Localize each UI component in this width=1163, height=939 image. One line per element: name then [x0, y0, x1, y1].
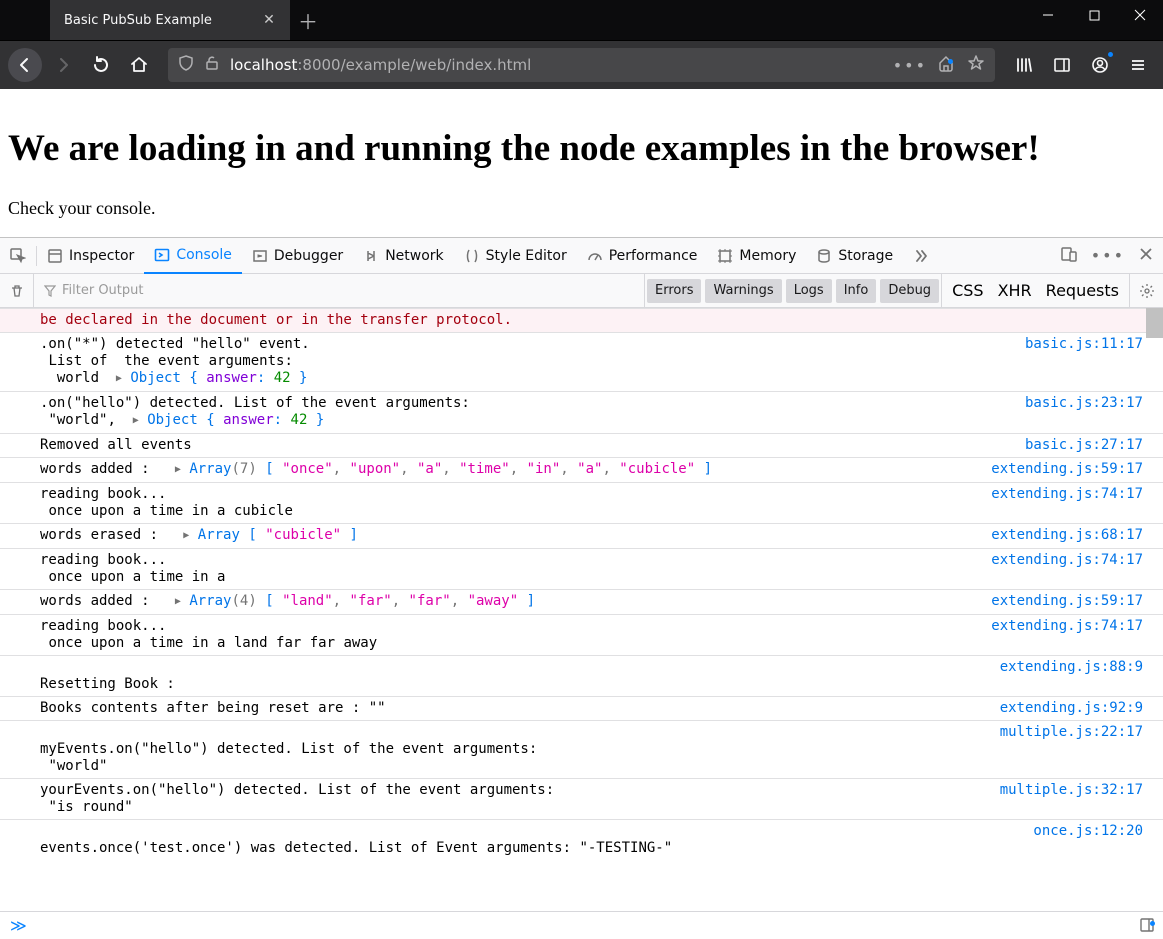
tab-network[interactable]: Network — [353, 238, 453, 274]
toggle-warnings[interactable]: Warnings — [705, 279, 781, 303]
console-message: .on("hello") detected. List of the event… — [0, 391, 1163, 433]
source-link[interactable]: extending.js:59:17 — [981, 593, 1143, 611]
toggle-logs[interactable]: Logs — [786, 279, 832, 303]
devtools-menu-button[interactable]: ••• — [1091, 246, 1125, 265]
account-button[interactable] — [1083, 48, 1117, 82]
forward-button[interactable] — [46, 48, 80, 82]
page-subtext: Check your console. — [8, 198, 1155, 219]
reload-button[interactable] — [84, 48, 118, 82]
console-message: words added : ▶ Array(7) [ "once", "upon… — [0, 457, 1163, 482]
tab-performance[interactable]: Performance — [577, 238, 708, 274]
source-link[interactable]: extending.js:74:17 — [981, 552, 1143, 586]
browser-tab[interactable]: Basic PubSub Example ✕ — [50, 0, 290, 40]
prompt-chevrons-icon: ≫ — [10, 916, 27, 935]
devtools-tabbar: Inspector Console Debugger Network Style… — [0, 238, 1163, 274]
bookmark-star-icon[interactable] — [967, 54, 985, 76]
console-message: reading book... once upon a time in a la… — [0, 614, 1163, 655]
split-console-button[interactable] — [1139, 917, 1159, 937]
page-actions-icon[interactable]: ••• — [893, 56, 927, 75]
filter-placeholder: Filter Output — [62, 283, 144, 298]
source-link[interactable]: extending.js:92:9 — [990, 700, 1143, 717]
window-minimize-button[interactable] — [1025, 0, 1071, 30]
tab-style-editor[interactable]: Style Editor — [454, 238, 577, 274]
responsive-mode-button[interactable] — [1061, 246, 1077, 266]
log-level-toggles: Errors Warnings Logs Info Debug — [644, 274, 941, 307]
console-message: words erased : ▶ Array [ "cubicle" ]exte… — [0, 523, 1163, 548]
console-output[interactable]: be declared in the document or in the tr… — [0, 308, 1163, 911]
reader-icon[interactable] — [937, 55, 957, 75]
console-message: .on("*") detected "hello" event. List of… — [0, 332, 1163, 391]
titlebar: Basic PubSub Example ✕ ＋ — [0, 0, 1163, 40]
element-picker-button[interactable] — [0, 238, 36, 274]
tab-debugger[interactable]: Debugger — [242, 238, 353, 274]
tab-title: Basic PubSub Example — [64, 13, 260, 28]
source-link[interactable]: basic.js:27:17 — [1015, 437, 1143, 454]
source-link[interactable]: extending.js:74:17 — [981, 486, 1143, 520]
toggle-debug[interactable]: Debug — [880, 279, 939, 303]
url-text: localhost:8000/example/web/index.html — [230, 56, 531, 74]
filter-input[interactable]: Filter Output — [34, 274, 154, 307]
source-link[interactable]: basic.js:23:17 — [1015, 395, 1143, 430]
devtools-close-button[interactable] — [1139, 246, 1153, 265]
console-message: yourEvents.on("hello") detected. List of… — [0, 778, 1163, 819]
console-input[interactable]: ≫ — [0, 911, 1163, 939]
toggle-css[interactable]: CSS — [952, 281, 983, 300]
toggle-requests[interactable]: Requests — [1046, 281, 1119, 300]
new-tab-button[interactable]: ＋ — [290, 0, 326, 40]
console-settings-button[interactable] — [1129, 274, 1163, 307]
back-button[interactable] — [8, 48, 42, 82]
home-button[interactable] — [122, 48, 156, 82]
source-link[interactable]: multiple.js:22:17 — [990, 724, 1143, 775]
source-link[interactable]: extending.js:68:17 — [981, 527, 1143, 545]
funnel-icon — [44, 285, 56, 297]
category-toggles: CSS XHR Requests — [941, 274, 1129, 307]
tab-console[interactable]: Console — [144, 238, 242, 274]
navbar: localhost:8000/example/web/index.html ••… — [0, 40, 1163, 89]
tab-memory[interactable]: Memory — [707, 238, 806, 274]
close-tab-button[interactable]: ✕ — [260, 11, 278, 29]
console-message: reading book... once upon a time in aext… — [0, 548, 1163, 589]
source-link[interactable]: extending.js:74:17 — [981, 618, 1143, 652]
console-message: reading book... once upon a time in a cu… — [0, 482, 1163, 523]
source-link[interactable]: extending.js:59:17 — [981, 461, 1143, 479]
console-message: words added : ▶ Array(4) [ "land", "far"… — [0, 589, 1163, 614]
page-heading: We are loading in and running the node e… — [8, 127, 1155, 170]
console-message: events.once('test.once') was detected. L… — [0, 819, 1163, 860]
tab-inspector[interactable]: Inspector — [37, 238, 144, 274]
source-link[interactable]: once.js:12:20 — [1023, 823, 1143, 857]
source-link[interactable]: multiple.js:32:17 — [990, 782, 1143, 816]
scrollbar-thumb[interactable] — [1146, 308, 1163, 338]
clear-console-button[interactable] — [0, 274, 34, 307]
console-message: Books contents after being reset are : "… — [0, 696, 1163, 720]
shield-icon[interactable] — [178, 55, 194, 75]
console-filterbar: Filter Output Errors Warnings Logs Info … — [0, 274, 1163, 308]
console-message: Removed all eventsbasic.js:27:17 — [0, 433, 1163, 457]
sidebar-button[interactable] — [1045, 48, 1079, 82]
toggle-errors[interactable]: Errors — [647, 279, 701, 303]
window-maximize-button[interactable] — [1071, 0, 1117, 30]
source-link[interactable]: extending.js:88:9 — [990, 659, 1143, 693]
console-message: Resetting Book :extending.js:88:9 — [0, 655, 1163, 696]
window-close-button[interactable] — [1117, 0, 1163, 30]
url-bar[interactable]: localhost:8000/example/web/index.html ••… — [168, 48, 995, 82]
devtools: Inspector Console Debugger Network Style… — [0, 237, 1163, 939]
toggle-xhr[interactable]: XHR — [998, 281, 1032, 300]
lock-open-icon[interactable] — [204, 55, 220, 75]
console-message: be declared in the document or in the tr… — [0, 308, 1163, 332]
tabs-overflow-button[interactable] — [903, 238, 939, 274]
library-button[interactable] — [1007, 48, 1041, 82]
page-content: We are loading in and running the node e… — [0, 89, 1163, 237]
source-link[interactable]: basic.js:11:17 — [1015, 336, 1143, 388]
tab-storage[interactable]: Storage — [806, 238, 903, 274]
console-message: myEvents.on("hello") detected. List of t… — [0, 720, 1163, 778]
app-menu-button[interactable] — [1121, 48, 1155, 82]
toggle-info[interactable]: Info — [836, 279, 877, 303]
